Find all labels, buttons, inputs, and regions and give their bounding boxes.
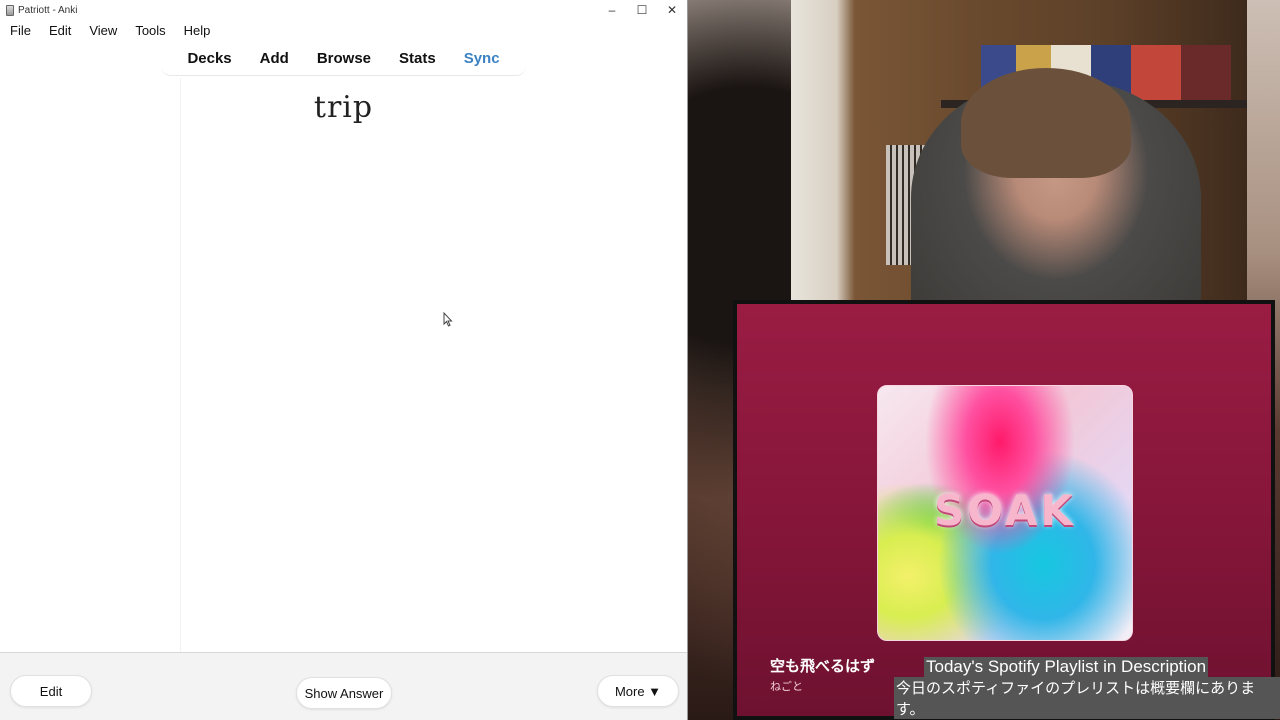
subtitle-japanese: 今日のスポティファイのプレリストは概要欄にあります。 [894, 677, 1280, 719]
menu-file[interactable]: File [0, 23, 39, 38]
window-title: Patriott - Anki [18, 4, 78, 16]
show-answer-button[interactable]: Show Answer [296, 677, 392, 709]
close-button[interactable]: ✕ [657, 0, 687, 20]
card-column-guide [50, 78, 181, 652]
song-artist: ねごと [770, 681, 803, 693]
menu-view[interactable]: View [79, 23, 125, 38]
menu-help[interactable]: Help [174, 23, 219, 38]
maximize-button[interactable]: ☐ [627, 0, 657, 20]
nav-sync[interactable]: Sync [450, 50, 514, 67]
anki-app-icon [6, 4, 14, 16]
album-art-text: SOAK [934, 486, 1076, 535]
menu-bar: File Edit View Tools Help [0, 20, 687, 40]
nav-stats[interactable]: Stats [385, 50, 450, 67]
card-front-text: trip [313, 90, 374, 125]
menu-edit[interactable]: Edit [39, 23, 79, 38]
top-toolbar-links: Decks Add Browse Stats Sync [161, 43, 526, 76]
card-view: trip [0, 78, 687, 652]
title-bar: Patriott - Anki – ☐ ✕ [0, 0, 687, 20]
nav-decks[interactable]: Decks [173, 50, 245, 67]
webcam-feed [791, 0, 1247, 342]
edit-button[interactable]: Edit [10, 675, 92, 707]
more-button[interactable]: More ▼ [597, 675, 679, 707]
streamer-head [961, 68, 1131, 178]
song-title: 空も飛べるはず [770, 658, 876, 675]
menu-tools[interactable]: Tools [125, 23, 173, 38]
bottom-bar: Edit Show Answer More ▼ [0, 652, 687, 720]
subtitle-english: Today's Spotify Playlist in Description [924, 657, 1209, 677]
album-art: SOAK [877, 385, 1133, 641]
top-toolbar: Decks Add Browse Stats Sync [0, 40, 687, 78]
minimize-button[interactable]: – [597, 0, 627, 20]
anki-window: Patriott - Anki – ☐ ✕ File Edit View Too… [0, 0, 688, 720]
nav-add[interactable]: Add [246, 50, 303, 67]
nav-browse[interactable]: Browse [303, 50, 385, 67]
